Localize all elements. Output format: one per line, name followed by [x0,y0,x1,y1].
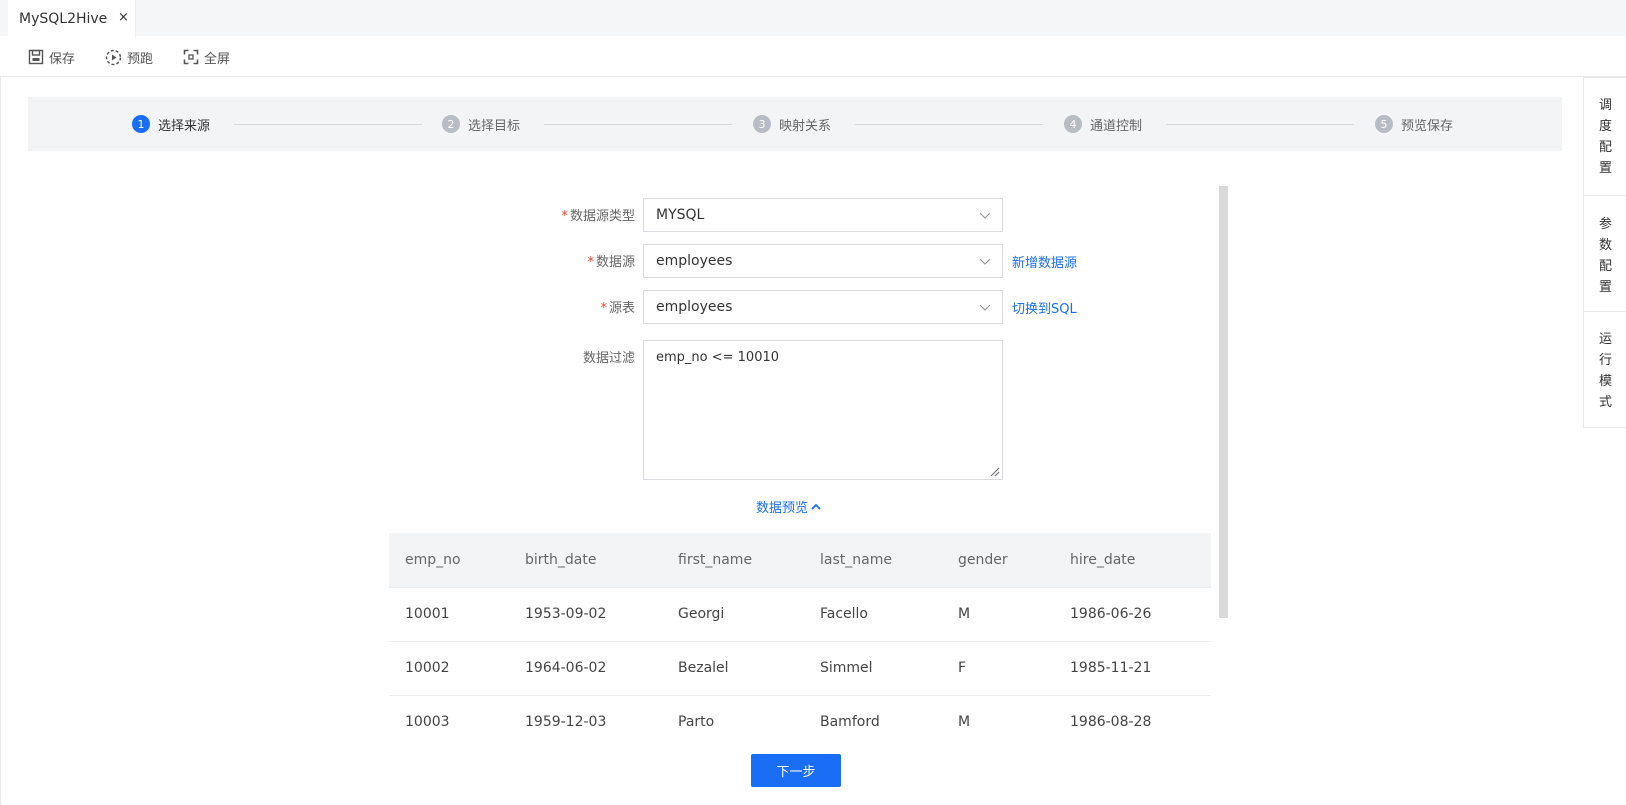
table-row: 10001 1953-09-02 Georgi Facello M 1986-0… [389,587,1211,641]
table-cell: 1964-06-02 [525,660,607,676]
step-number: 1 [132,115,150,133]
chevron-down-icon [979,258,991,265]
datasource-type-select[interactable]: MYSQL [643,198,1003,232]
datasource-value: employees [656,253,733,269]
side-panel: 调度配置 参数配置 运行模式 [1583,77,1626,428]
column-header: first_name [678,551,753,568]
step-bar: 1 选择来源 2 选择目标 3 映射关系 4 通道控制 5 预览保存 [28,97,1562,151]
table-cell: 1959-12-03 [525,714,607,731]
required-mark: * [561,209,568,224]
table-cell: 10002 [405,660,450,676]
table-cell: Bamford [820,714,880,731]
toolbar: 保存 预跑 全屏 [0,37,1626,77]
step-channel-control[interactable]: 4 通道控制 [1064,115,1143,134]
step-number: 3 [753,115,771,133]
left-border [0,77,1,805]
column-header: hire_date [1070,551,1136,568]
step-label: 预览保存 [1401,118,1454,134]
table-cell: 1953-09-02 [525,606,607,622]
step-label: 通道控制 [1090,118,1143,134]
table-cell: 1986-06-26 [1070,606,1152,622]
table-cell: 1986-08-28 [1070,714,1152,731]
tab-mysql2hive[interactable]: MySQL2Hive × [8,0,136,37]
table-cell: Parto [678,714,715,731]
source-table-value: employees [656,299,733,315]
table-row: 10003 1959-12-03 Parto Bamford M 1986-08… [389,695,1211,749]
table-cell: Bezalel [678,660,729,676]
table-cell: M [958,606,971,622]
table-cell: 1985-11-21 [1070,660,1152,676]
chevron-down-icon [979,212,991,219]
preview-table: emp_no birth_date first_name last_name g… [389,533,1211,749]
divider [1584,311,1626,312]
resize-handle-icon[interactable] [990,467,1000,477]
step-number: 5 [1375,115,1393,133]
step-select-target[interactable]: 2 选择目标 [442,115,521,134]
close-icon[interactable]: × [118,11,130,24]
required-mark: * [600,301,607,316]
save-button[interactable]: 保存 [28,46,75,68]
column-header: emp_no [405,551,461,568]
fullscreen-icon [183,49,199,65]
chevron-down-icon [979,304,991,311]
table-cell: Georgi [678,606,725,622]
save-label: 保存 [49,51,76,67]
divider [1584,195,1626,196]
step-label: 选择来源 [158,118,211,134]
step-mapping[interactable]: 3 映射关系 [753,115,832,134]
table-cell: 10001 [405,606,450,622]
datasource-type-value: MYSQL [656,207,705,223]
fullscreen-button[interactable]: 全屏 [183,46,230,68]
step-label: 映射关系 [779,118,832,134]
datasource-type-label: * 数据源类型 [561,209,635,224]
step-connector [1166,124,1354,125]
column-header: birth_date [525,551,597,568]
vertical-scrollbar[interactable] [1219,186,1228,618]
tab-label: MySQL2Hive [19,10,108,27]
datasource-label: * 数据源 [587,255,635,270]
switch-to-sql-link[interactable]: 切换到SQL [1012,298,1077,317]
data-filter-value: emp_no <= 10010 [656,350,780,365]
table-cell: Simmel [820,660,873,676]
column-header: gender [958,551,1008,568]
data-filter-textarea[interactable]: emp_no <= 10010 [643,340,1003,480]
table-cell: M [958,714,971,731]
required-mark: * [587,255,594,270]
param-config-tab[interactable]: 参数配置 [1584,214,1626,298]
next-step-button[interactable]: 下一步 [751,754,841,787]
run-mode-tab[interactable]: 运行模式 [1584,329,1626,413]
step-number: 2 [442,115,460,133]
data-preview-toggle[interactable]: 数据预览 [756,497,822,516]
table-cell: Facello [820,606,869,622]
source-table-label: * 源表 [600,301,635,316]
step-label: 选择目标 [468,118,521,134]
datasource-select[interactable]: employees [643,244,1003,278]
tab-bar: MySQL2Hive × [0,0,1626,37]
play-circle-icon [105,49,122,65]
save-icon [28,49,44,65]
table-cell: 10003 [405,714,450,731]
data-preview-label: 数据预览 [756,501,809,516]
chevron-up-icon [811,503,821,510]
column-header: last_name [820,551,892,568]
source-table-select[interactable]: employees [643,290,1003,324]
prerun-button[interactable]: 预跑 [105,46,153,68]
data-filter-label: 数据过滤 [582,351,635,366]
step-connector [544,124,732,125]
step-preview-save[interactable]: 5 预览保存 [1375,115,1454,134]
step-select-source[interactable]: 1 选择来源 [132,115,211,134]
prerun-label: 预跑 [127,51,154,67]
table-header-row: emp_no birth_date first_name last_name g… [389,533,1211,587]
table-cell: F [958,660,967,676]
step-connector [855,124,1043,125]
table-row: 10002 1964-06-02 Bezalel Simmel F 1985-1… [389,641,1211,695]
add-datasource-link[interactable]: 新增数据源 [1012,252,1077,271]
step-connector [234,124,422,125]
step-number: 4 [1064,115,1082,133]
schedule-config-tab[interactable]: 调度配置 [1584,95,1626,179]
fullscreen-label: 全屏 [204,51,231,67]
